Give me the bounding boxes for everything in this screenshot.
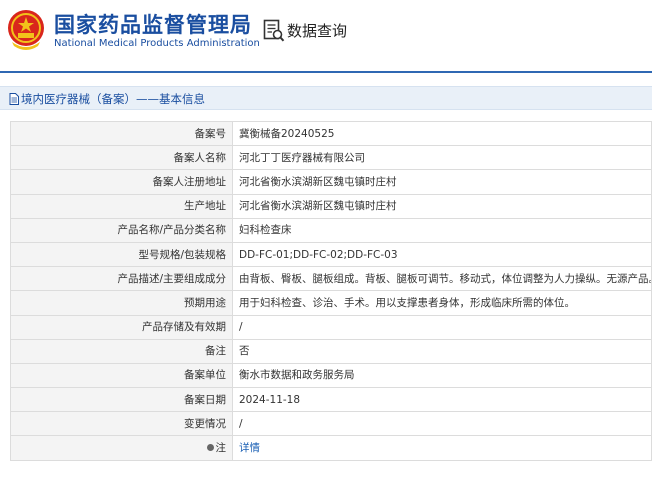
row-label: 备案人注册地址: [10, 169, 233, 195]
row-label: 备案人名称: [10, 145, 233, 171]
basic-info-table: 备案号 冀衡械备20240525 备案人名称 河北丁丁医疗器械有限公司 备案人注…: [10, 120, 652, 461]
details-link[interactable]: 详情: [239, 442, 260, 454]
table-row: 备案单位 衡水市数据和政务服务局: [10, 362, 652, 389]
row-value: 冀衡械备20240525: [232, 120, 652, 147]
table-row: 备注 否: [10, 338, 652, 364]
row-value: 衡水市数据和政务服务局: [232, 362, 652, 389]
table-row: 变更情况 /: [10, 411, 652, 437]
row-label: 备案号: [10, 120, 233, 147]
row-label: 注: [215, 442, 227, 455]
table-row: 生产地址 河北省衡水滨湖新区魏屯镇时庄村: [10, 193, 652, 219]
row-value: 否: [232, 338, 652, 364]
pin-icon: [206, 444, 214, 452]
row-value: 河北省衡水滨湖新区魏屯镇时庄村: [232, 169, 652, 195]
table-row: 备案日期 2024-11-18: [10, 387, 652, 413]
row-value: 用于妇科检查、诊治、手术。用以支撑患者身体，形成临床所需的体位。: [232, 290, 652, 316]
row-value: 2024-11-18: [232, 387, 652, 413]
table-row: 产品描述/主要组成成分 由背板、臀板、腿板组成。背板、腿板可调节。移动式，体位调…: [10, 266, 652, 292]
national-emblem-icon: [8, 10, 44, 50]
section-header: 境内医疗器械（备案）——基本信息: [0, 86, 652, 110]
row-value: /: [232, 411, 652, 437]
row-label: 生产地址: [10, 193, 233, 219]
row-value: 由背板、臀板、腿板组成。背板、腿板可调节。移动式，体位调整为人力操纵。无源产品。: [232, 266, 652, 292]
row-label: 备注: [10, 338, 233, 364]
table-row: 产品存储及有效期 /: [10, 314, 652, 340]
table-row: 注 详情: [10, 435, 652, 461]
row-label: 产品存储及有效期: [10, 314, 233, 340]
row-label: 备案单位: [10, 362, 233, 389]
row-label: 预期用途: [10, 290, 233, 316]
row-label: 产品描述/主要组成成分: [10, 266, 233, 292]
row-label: 型号规格/包装规格: [10, 241, 233, 268]
table-row: 型号规格/包装规格 DD-FC-01;DD-FC-02;DD-FC-03: [10, 241, 652, 268]
header-divider: [0, 71, 652, 73]
table-row: 备案人注册地址 河北省衡水滨湖新区魏屯镇时庄村: [10, 169, 652, 195]
table-row: 备案人名称 河北丁丁医疗器械有限公司: [10, 145, 652, 171]
row-value: 详情: [232, 435, 652, 461]
row-value: /: [232, 314, 652, 340]
row-label: 产品名称/产品分类名称: [10, 217, 233, 243]
table-row: 产品名称/产品分类名称 妇科检查床: [10, 217, 652, 243]
document-icon: [9, 93, 19, 105]
site-header: 国家药品监督管理局 National Medical Products Admi…: [0, 0, 652, 62]
org-name-cn: 国家药品监督管理局: [54, 13, 252, 37]
row-value: 河北丁丁医疗器械有限公司: [232, 145, 652, 171]
table-row: 预期用途 用于妇科检查、诊治、手术。用以支撑患者身体，形成临床所需的体位。: [10, 290, 652, 316]
row-label: 备案日期: [10, 387, 233, 413]
row-value: 河北省衡水滨湖新区魏屯镇时庄村: [232, 193, 652, 219]
org-name-en: National Medical Products Administration: [54, 38, 260, 49]
row-value: 妇科检查床: [232, 217, 652, 243]
row-value: DD-FC-01;DD-FC-02;DD-FC-03: [232, 241, 652, 268]
document-search-icon: [263, 19, 285, 42]
row-label: 变更情况: [10, 411, 233, 437]
section-title: 境内医疗器械（备案）——基本信息: [21, 92, 205, 106]
table-row: 备案号 冀衡械备20240525: [10, 120, 652, 147]
note-label-cell: 注: [10, 435, 233, 461]
data-query-title: 数据查询: [287, 22, 348, 40]
